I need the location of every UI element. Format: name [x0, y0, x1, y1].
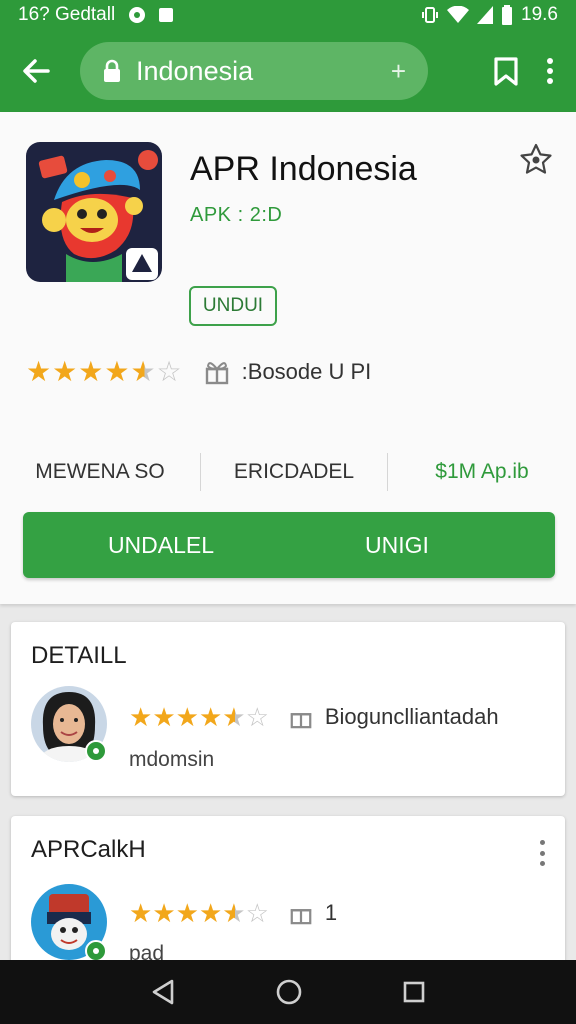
notification-icon: [129, 7, 146, 23]
app-icon[interactable]: [26, 142, 162, 282]
rating-stars: ★ ★ ★ ★ ★ ☆: [26, 358, 182, 386]
signal-icon: [477, 6, 494, 24]
battery-icon: [502, 5, 513, 25]
star-icon: ★: [198, 702, 223, 732]
verified-badge-icon: [85, 740, 107, 762]
card-title: APRCalkH: [31, 836, 146, 863]
apk-version: APK : 2:D: [190, 204, 283, 226]
app-header-card: APR Indonesia APK : 2:D UNDUI ★ ★ ★ ★ ★ …: [0, 112, 576, 604]
browser-toolbar: Indonesia +: [0, 30, 576, 112]
back-triangle-icon[interactable]: [150, 978, 176, 1006]
gift-icon: [290, 909, 312, 925]
status-left-text: 16? Gedtall: [18, 4, 116, 25]
status-bar: 16? Gedtall 19.6: [0, 0, 576, 30]
star-icon: ★: [129, 702, 153, 732]
bookmark-icon[interactable]: [492, 56, 520, 86]
apr-card: APRCalkH ★ ★ ★ ★ ★ ☆ 1 pad: [11, 816, 565, 966]
half-star-icon: ★: [222, 702, 246, 732]
review-rating-row: ★ ★ ★ ★ ★ ☆ Biogunclliantadah: [129, 704, 499, 730]
app-meta-row: MEWENA SO ERICDADEL $1M Ap.ib: [0, 448, 576, 496]
review-subtext: mdomsin: [129, 748, 215, 771]
review-label: 1: [324, 900, 338, 925]
detail-card: DETAILL ★ ★ ★ ★ ★ ☆ Biogunclliantadah md…: [11, 622, 565, 796]
back-arrow-icon: [23, 59, 50, 83]
empty-star-icon: ☆: [245, 898, 269, 928]
home-circle-icon[interactable]: [275, 978, 303, 1006]
meta-cell-3: $1M Ap.ib: [435, 460, 529, 483]
status-left: 16? Gedtall: [18, 4, 174, 26]
app-rating-row: ★ ★ ★ ★ ★ ☆ :Bosode U PI: [26, 358, 371, 386]
back-button[interactable]: [16, 51, 56, 91]
favorite-star-icon[interactable]: [518, 142, 554, 178]
card-title: DETAILL: [31, 642, 127, 669]
gift-icon: [290, 713, 312, 729]
meta-cell-2: ERICDADEL: [233, 460, 355, 483]
verified-badge-icon: [85, 940, 107, 962]
star-icon: ★: [175, 702, 199, 732]
recents-square-icon[interactable]: [402, 980, 426, 1004]
star-icon: ★: [152, 898, 176, 928]
status-right: 19.6: [421, 4, 558, 26]
download-chip-button[interactable]: UNDUI: [189, 286, 277, 326]
new-tab-icon[interactable]: +: [391, 56, 406, 87]
star-icon: ★: [104, 356, 130, 387]
primary-action-right-label: UNIGI: [365, 531, 429, 558]
url-text: Indonesia: [136, 55, 254, 86]
system-nav-bar: [0, 960, 576, 1024]
empty-star-icon: ☆: [245, 702, 269, 732]
star-icon: ★: [175, 898, 199, 928]
status-time: 19.6: [521, 4, 558, 25]
gift-icon: [205, 362, 228, 385]
half-star-icon: ★: [222, 898, 246, 928]
toolbar-actions: [492, 56, 560, 86]
rating-text: :Bosode U PI: [241, 359, 372, 384]
star-icon: ★: [198, 898, 223, 928]
empty-star-icon: ☆: [156, 356, 182, 387]
more-vert-icon[interactable]: [546, 57, 554, 85]
star-icon: ★: [152, 702, 176, 732]
app-title: APR Indonesia: [190, 150, 417, 188]
more-vert-icon[interactable]: [537, 840, 547, 866]
star-icon: ★: [26, 356, 52, 387]
url-bar[interactable]: Indonesia +: [80, 42, 428, 100]
star-icon: ★: [129, 898, 153, 928]
primary-action-button[interactable]: UNDALEL UNIGI: [23, 512, 555, 578]
mascot-logo-icon: [26, 142, 162, 282]
meta-cell-1: MEWENA SO: [35, 460, 165, 483]
vibrate-icon: [422, 7, 439, 23]
image-notification-icon: [159, 8, 174, 22]
wifi-icon: [447, 6, 470, 23]
star-icon: ★: [78, 356, 104, 387]
review-rating-row: ★ ★ ★ ★ ★ ☆ 1: [129, 900, 337, 926]
half-star-icon: ★: [130, 356, 156, 387]
review-label: Biogunclliantadah: [324, 704, 499, 729]
lock-icon: [104, 59, 120, 82]
primary-action-left-label: UNDALEL: [107, 531, 215, 558]
star-icon: ★: [52, 356, 78, 387]
